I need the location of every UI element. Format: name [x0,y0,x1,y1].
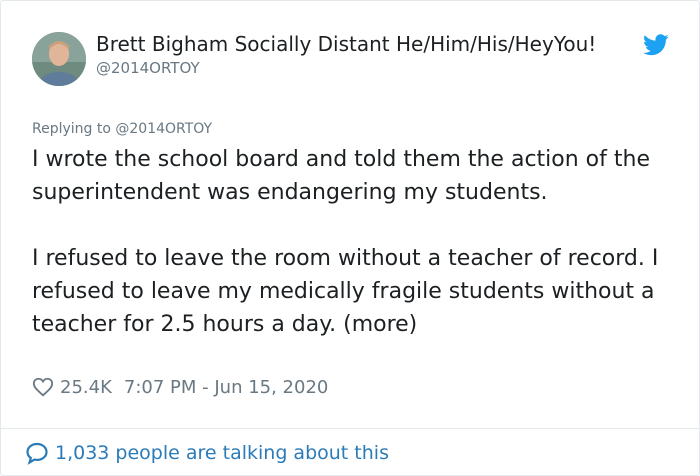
tweet-text: I wrote the school board and told them t… [32,143,682,341]
timestamp[interactable]: 7:07 PM - Jun 15, 2020 [124,377,328,398]
tweet-paragraph: I wrote the school board and told them t… [32,147,650,205]
twitter-bird-icon[interactable] [643,34,669,56]
replying-to[interactable]: Replying to @2014ORTOY [32,121,212,137]
speech-bubble-icon [26,442,48,465]
tweet-card: Brett Bigham Socially Distant He/Him/His… [0,0,700,476]
user-avatar-image [32,32,86,86]
talking-link[interactable]: 1,033 people are talking about this [25,441,389,465]
avatar[interactable] [32,32,86,86]
author-handle[interactable]: @2014ORTOY [96,59,200,77]
like-count[interactable]: 25.4K [60,377,112,398]
heart-icon[interactable] [32,376,54,398]
tweet-paragraph: I refused to leave the room without a te… [32,246,659,337]
tweet-meta: 25.4K 7:07 PM - Jun 15, 2020 [32,376,328,398]
talking-label[interactable]: 1,033 people are talking about this [55,442,389,464]
author-name[interactable]: Brett Bigham Socially Distant He/Him/His… [96,32,596,56]
divider [1,428,700,429]
